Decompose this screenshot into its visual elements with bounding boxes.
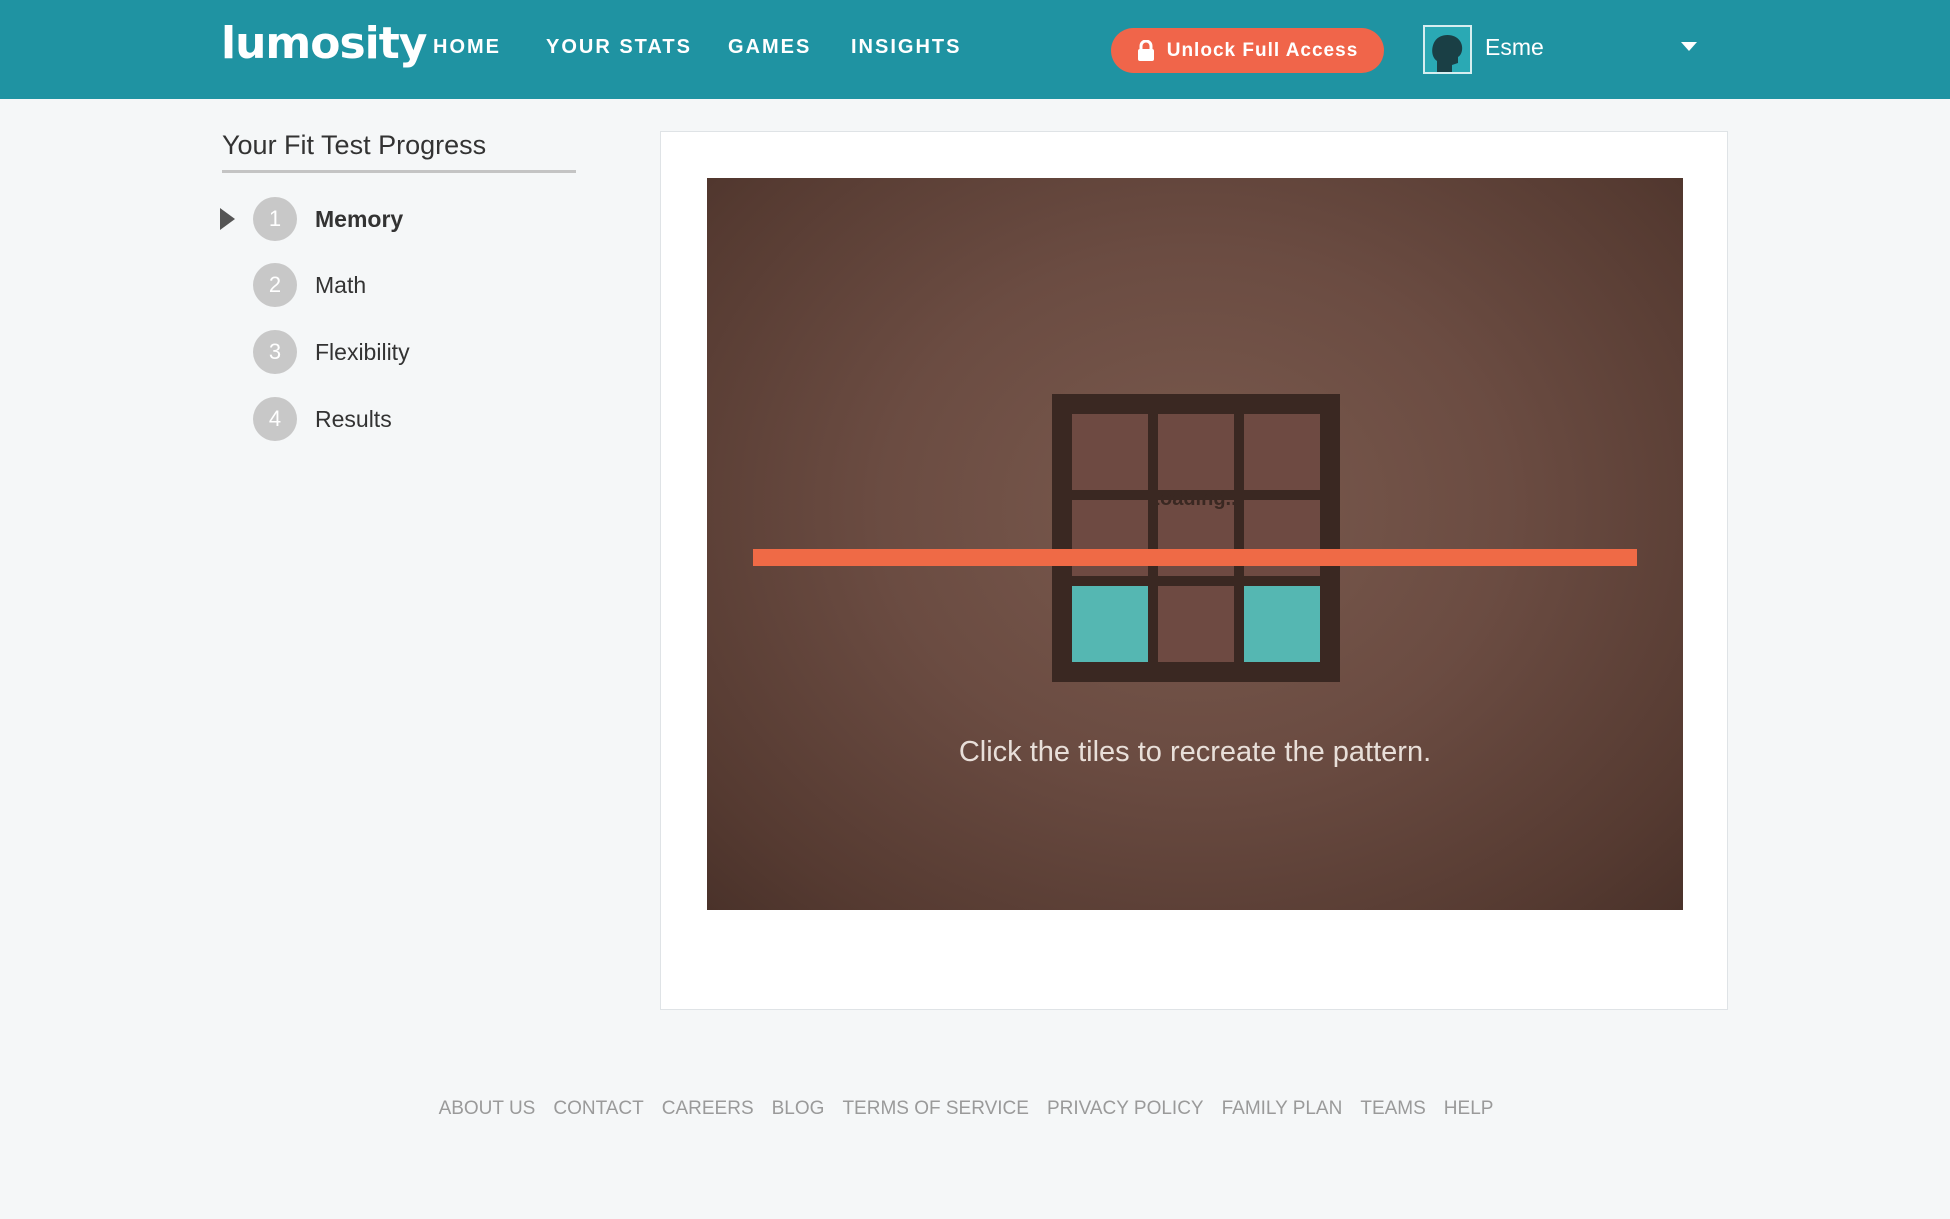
step-number: 1	[253, 197, 297, 241]
user-silhouette-icon	[1432, 35, 1463, 72]
footer-about-us[interactable]: ABOUT US	[439, 1098, 536, 1120]
username[interactable]: Esme	[1485, 34, 1544, 61]
tile[interactable]	[1072, 414, 1148, 490]
step-label: Flexibility	[315, 338, 410, 365]
step-label: Results	[315, 405, 392, 432]
footer-help[interactable]: HELP	[1444, 1098, 1494, 1120]
user-avatar[interactable]	[1423, 25, 1472, 74]
game-card: Loading... Click the tiles to recreate t…	[660, 131, 1728, 1010]
tile-grid	[1052, 394, 1340, 682]
step-number: 2	[253, 263, 297, 307]
step-math[interactable]: 2 Math	[220, 263, 540, 307]
memory-game-canvas[interactable]: Loading... Click the tiles to recreate t…	[707, 178, 1683, 910]
nav-home[interactable]: HOME	[433, 36, 501, 59]
loading-progress-bar	[753, 549, 1637, 566]
footer-blog[interactable]: BLOG	[772, 1098, 825, 1120]
step-number: 3	[253, 330, 297, 374]
chevron-down-icon[interactable]	[1681, 42, 1697, 51]
step-flexibility[interactable]: 3 Flexibility	[220, 330, 540, 374]
footer-contact[interactable]: CONTACT	[553, 1098, 643, 1120]
unlock-button-label: Unlock Full Access	[1166, 39, 1359, 61]
footer-family-plan[interactable]: FAMILY PLAN	[1222, 1098, 1343, 1120]
footer-careers[interactable]: CAREERS	[662, 1098, 754, 1120]
game-instruction: Click the tiles to recreate the pattern.	[958, 736, 1432, 768]
nav-insights[interactable]: INSIGHTS	[851, 36, 961, 59]
tile[interactable]	[1158, 586, 1234, 662]
current-step-arrow-icon	[220, 208, 235, 230]
nav-games[interactable]: GAMES	[728, 36, 811, 59]
tile-lit[interactable]	[1244, 586, 1320, 662]
lock-icon	[1137, 39, 1155, 62]
footer-links: ABOUT US CONTACT CAREERS BLOG TERMS OF S…	[0, 1098, 1941, 1120]
footer-terms-of-service[interactable]: TERMS OF SERVICE	[842, 1098, 1029, 1120]
tile-lit[interactable]	[1072, 586, 1148, 662]
footer-teams[interactable]: TEAMS	[1360, 1098, 1425, 1120]
tile[interactable]	[1244, 414, 1320, 490]
step-label: Math	[315, 271, 367, 298]
unlock-full-access-button[interactable]: Unlock Full Access	[1111, 28, 1384, 73]
lumosity-logo[interactable]: lumosity	[221, 18, 427, 69]
loading-text: Loading...	[1147, 488, 1243, 510]
tile[interactable]	[1158, 414, 1234, 490]
top-navigation-bar: lumosity HOME YOUR STATS GAMES INSIGHTS …	[0, 0, 1950, 99]
step-number: 4	[253, 397, 297, 441]
footer-privacy-policy[interactable]: PRIVACY POLICY	[1047, 1098, 1204, 1120]
step-memory[interactable]: 1 Memory	[220, 197, 540, 241]
nav-your-stats[interactable]: YOUR STATS	[546, 36, 692, 59]
step-label: Memory	[315, 205, 404, 232]
step-results[interactable]: 4 Results	[220, 397, 540, 441]
sidebar-divider	[222, 170, 576, 173]
fit-test-progress-title: Your Fit Test Progress	[222, 130, 487, 160]
